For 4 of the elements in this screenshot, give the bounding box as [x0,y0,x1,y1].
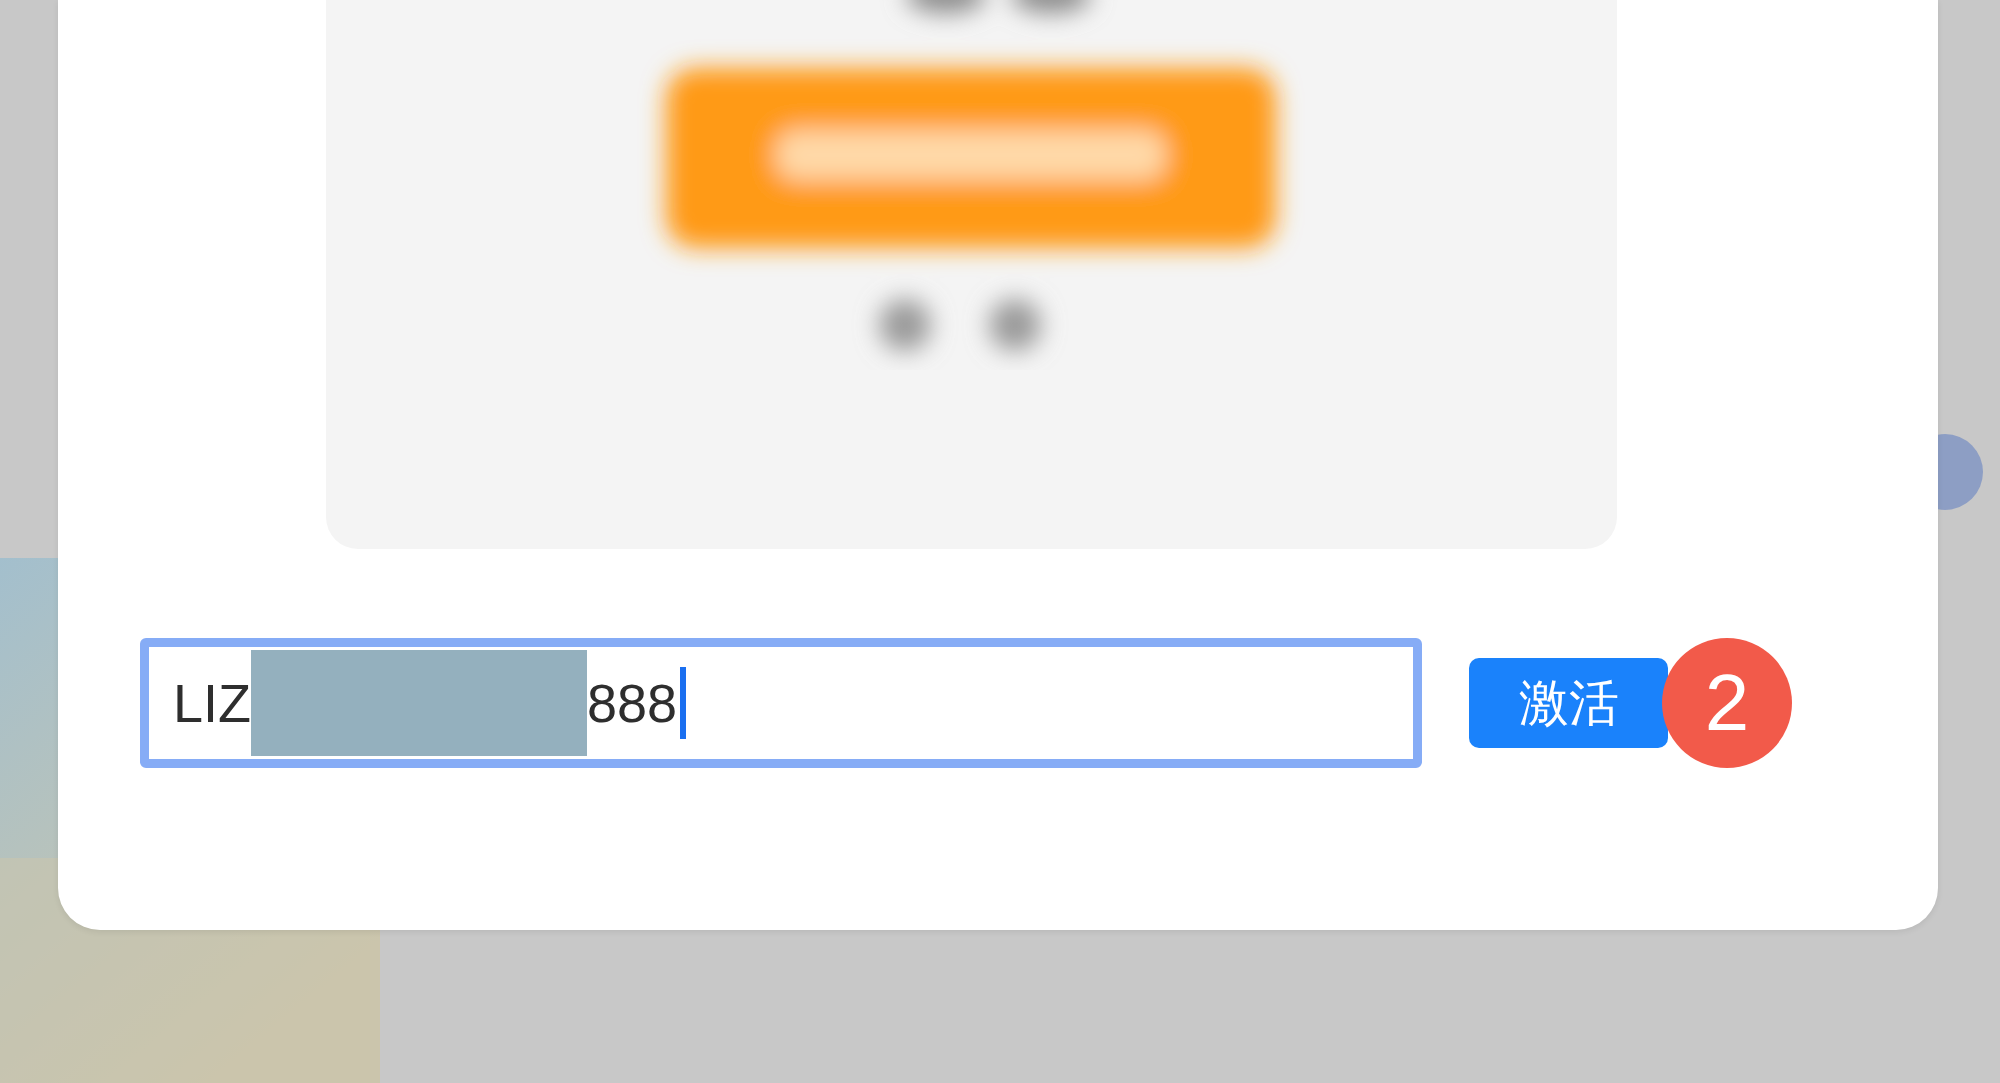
step-badge: 2 [1662,638,1792,768]
input-field[interactable]: LIZ 888 [140,638,1422,768]
activate-button[interactable]: 激活 [1469,658,1668,748]
text-cursor [680,667,687,739]
